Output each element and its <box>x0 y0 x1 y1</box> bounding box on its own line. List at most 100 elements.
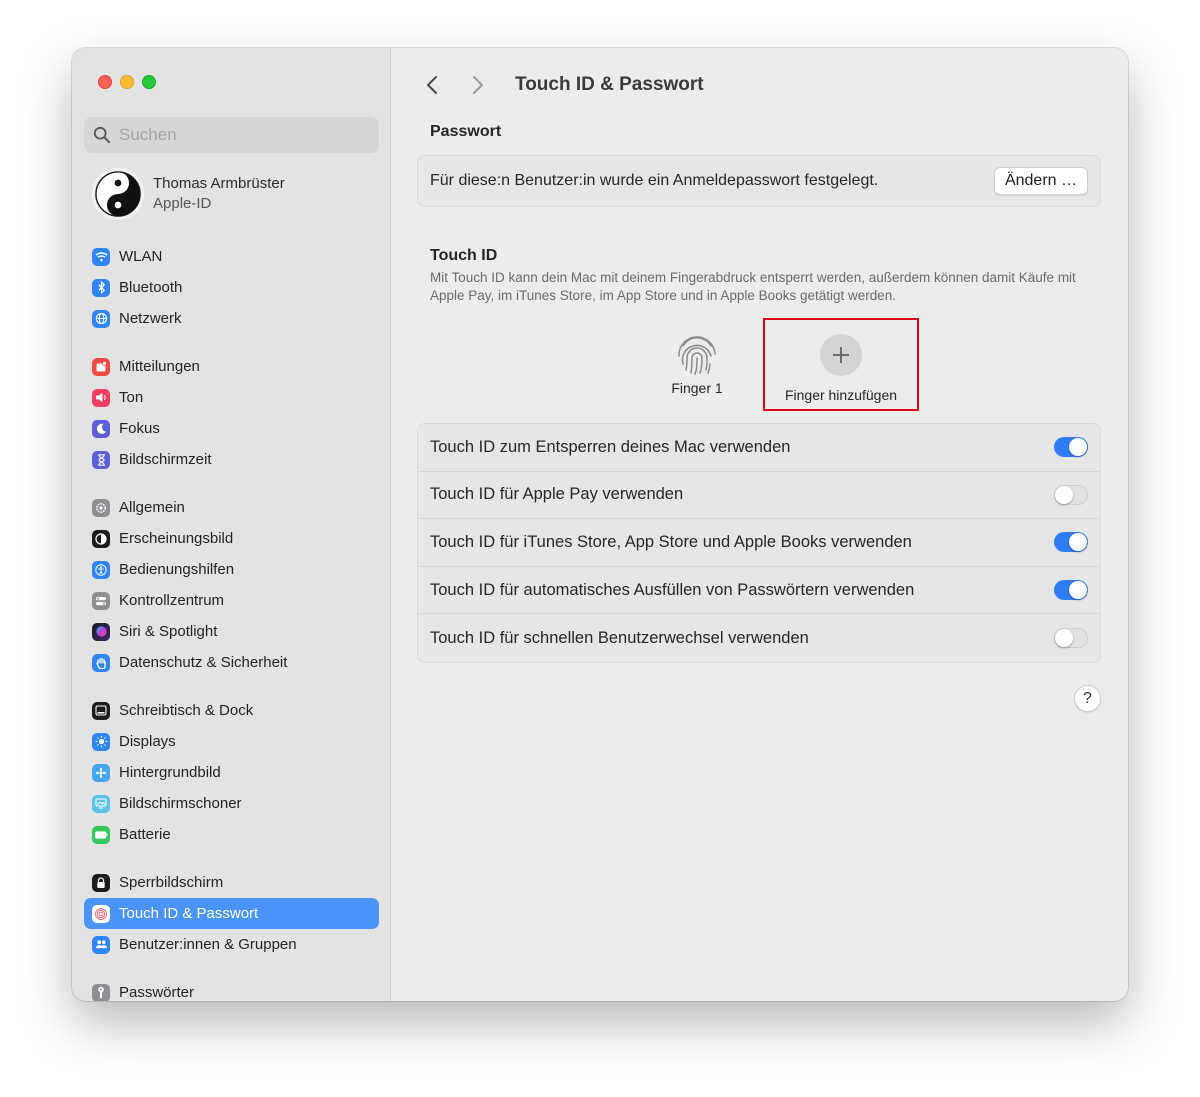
sidebar-item-batterie[interactable]: Batterie <box>84 819 379 850</box>
lock-icon <box>92 873 110 892</box>
sidebar-group-system: Allgemein Erscheinungsbild Bedienungshil… <box>84 492 379 678</box>
sidebar-group-desktop: Schreibtisch & Dock Displays Hintergrund… <box>84 695 379 850</box>
sidebar-item-label: Mitteilungen <box>119 358 200 375</box>
sidebar-item-label: Netzwerk <box>119 310 182 327</box>
hand-icon <box>92 653 110 672</box>
search-icon <box>93 126 111 144</box>
moon-icon <box>92 419 110 438</box>
sidebar-item-allgemein[interactable]: Allgemein <box>84 492 379 523</box>
option-label: Touch ID für automatisches Ausfüllen von… <box>430 580 915 599</box>
sidebar-item-bluetooth[interactable]: Bluetooth <box>84 272 379 303</box>
toggle-switch[interactable] <box>1054 484 1088 505</box>
plus-icon <box>820 334 862 376</box>
search-field[interactable] <box>84 117 379 153</box>
option-apple-pay: Touch ID für Apple Pay verwenden <box>418 472 1100 520</box>
sidebar-item-bildschirmschoner[interactable]: Bildschirmschoner <box>84 788 379 819</box>
touchid-options-card: Touch ID zum Entsperren deines Mac verwe… <box>417 423 1101 663</box>
titlebar: Touch ID & Passwort <box>421 70 704 100</box>
sidebar-item-label: WLAN <box>119 248 163 265</box>
password-status-text: Für diese:n Benutzer:in wurde ein Anmeld… <box>430 172 879 189</box>
option-password-autofill: Touch ID für automatisches Ausfüllen von… <box>418 567 1100 615</box>
chevron-right-icon <box>473 76 483 94</box>
password-section-title: Passwort <box>430 123 502 140</box>
sidebar-item-fokus[interactable]: Fokus <box>84 413 379 444</box>
globe-icon <box>92 309 110 328</box>
back-button[interactable] <box>421 74 443 96</box>
sidebar-item-hintergrundbild[interactable]: Hintergrundbild <box>84 757 379 788</box>
sidebar-item-label: Fokus <box>119 420 160 437</box>
control-center-icon <box>92 591 110 610</box>
sound-icon <box>92 388 110 407</box>
apple-id-profile[interactable]: Thomas Armbrüster Apple-ID <box>92 168 285 220</box>
close-button[interactable] <box>98 75 112 89</box>
sidebar-item-netzwerk[interactable]: Netzwerk <box>84 303 379 334</box>
sidebar-item-label: Passwörter <box>119 984 195 1001</box>
add-finger-button[interactable]: Finger hinzufügen <box>763 318 919 411</box>
accessibility-icon <box>92 560 110 579</box>
zoom-button[interactable] <box>142 75 156 89</box>
appearance-icon <box>92 529 110 548</box>
dock-icon <box>92 701 110 720</box>
sidebar-item-label: Batterie <box>119 826 171 843</box>
wallpaper-icon <box>92 763 110 782</box>
option-unlock-mac: Touch ID zum Entsperren deines Mac verwe… <box>418 424 1100 472</box>
fingerprint-icon <box>92 904 110 923</box>
chevron-left-icon <box>427 76 437 94</box>
sidebar-item-mitteilungen[interactable]: Mitteilungen <box>84 351 379 382</box>
sidebar-item-label: Bluetooth <box>119 279 183 296</box>
finger-1[interactable]: Finger 1 <box>637 332 757 396</box>
sidebar-group-notifications: Mitteilungen Ton Fokus Bildschirmzeit <box>84 351 379 475</box>
siri-icon <box>92 622 110 641</box>
key-icon <box>92 983 110 1001</box>
toggle-switch[interactable] <box>1054 628 1088 649</box>
sidebar-item-label: Hintergrundbild <box>119 764 221 781</box>
help-button[interactable]: ? <box>1074 685 1101 712</box>
sidebar-item-label: Touch ID & Passwort <box>119 905 259 922</box>
sidebar-item-label: Datenschutz & Sicherheit <box>119 654 288 671</box>
notifications-icon <box>92 357 110 376</box>
toggle-switch[interactable] <box>1054 532 1088 553</box>
sidebar-item-ton[interactable]: Ton <box>84 382 379 413</box>
profile-name: Thomas Armbrüster <box>153 175 285 192</box>
sidebar-item-label: Bedienungshilfen <box>119 561 235 578</box>
main-content: Touch ID & Passwort Passwort Für diese:n… <box>391 48 1128 1001</box>
bluetooth-icon <box>92 278 110 297</box>
avatar <box>92 168 144 220</box>
option-label: Touch ID zum Entsperren deines Mac verwe… <box>430 437 791 456</box>
sidebar-item-label: Siri & Spotlight <box>119 623 218 640</box>
sidebar-item-label: Allgemein <box>119 499 185 516</box>
sidebar-item-siri-spotlight[interactable]: Siri & Spotlight <box>84 616 379 647</box>
fingerprint-icon <box>678 336 716 375</box>
sidebar-item-erscheinungsbild[interactable]: Erscheinungsbild <box>84 523 379 554</box>
toggle-switch[interactable] <box>1054 580 1088 601</box>
sidebar-item-bildschirmzeit[interactable]: Bildschirmzeit <box>84 444 379 475</box>
finger-1-label: Finger 1 <box>671 380 723 396</box>
sidebar-item-sperrbildschirm[interactable]: Sperrbildschirm <box>84 867 379 898</box>
forward-button[interactable] <box>467 74 489 96</box>
search-input[interactable] <box>119 125 359 145</box>
sidebar-item-label: Sperrbildschirm <box>119 874 224 891</box>
sidebar-item-kontrollzentrum[interactable]: Kontrollzentrum <box>84 585 379 616</box>
users-icon <box>92 935 110 954</box>
sidebar-item-datenschutz[interactable]: Datenschutz & Sicherheit <box>84 647 379 678</box>
sidebar-item-bedienungshilfen[interactable]: Bedienungshilfen <box>84 554 379 585</box>
sidebar-item-label: Benutzer:innen & Gruppen <box>119 936 297 953</box>
settings-window: Thomas Armbrüster Apple-ID WLAN Bluetoot… <box>72 48 1128 1001</box>
window-controls <box>98 75 156 89</box>
sidebar-item-passwoerter[interactable]: Passwörter <box>84 977 379 1001</box>
change-password-button[interactable]: Ändern … <box>993 167 1088 195</box>
brightness-icon <box>92 732 110 751</box>
yin-yang-icon <box>95 171 141 217</box>
sidebar-item-schreibtisch-dock[interactable]: Schreibtisch & Dock <box>84 695 379 726</box>
sidebar-item-displays[interactable]: Displays <box>84 726 379 757</box>
option-label: Touch ID für schnellen Benutzerwechsel v… <box>430 628 809 647</box>
sidebar-group-passwords: Passwörter <box>84 977 379 1001</box>
sidebar-item-benutzer-gruppen[interactable]: Benutzer:innen & Gruppen <box>84 929 379 960</box>
touchid-description: Mit Touch ID kann dein Mac mit deinem Fi… <box>430 270 1076 303</box>
minimize-button[interactable] <box>120 75 134 89</box>
sidebar-item-label: Erscheinungsbild <box>119 530 234 547</box>
toggle-switch[interactable] <box>1054 437 1088 458</box>
sidebar-item-wlan[interactable]: WLAN <box>84 241 379 272</box>
sidebar-item-touch-id-passwort[interactable]: Touch ID & Passwort <box>84 898 379 929</box>
sidebar-item-label: Bildschirmzeit <box>119 451 212 468</box>
